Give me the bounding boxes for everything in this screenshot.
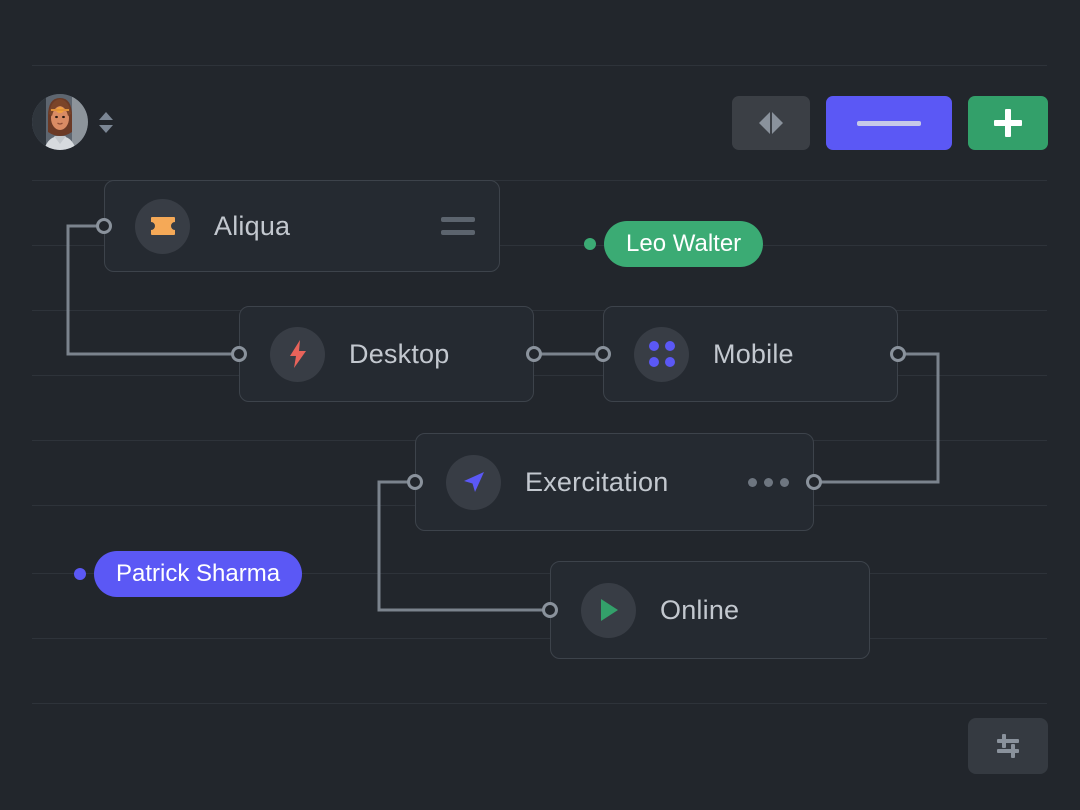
settings-sliders-button[interactable] <box>968 718 1048 774</box>
pill-label: Leo Walter <box>626 230 742 257</box>
lightning-bolt-icon <box>270 326 325 382</box>
equals-menu-icon <box>441 217 475 235</box>
node-online[interactable]: Online <box>550 561 870 659</box>
node-exercitation[interactable]: Exercitation <box>415 433 814 531</box>
node-menu-button[interactable] <box>441 217 475 235</box>
header-actions <box>732 96 1048 150</box>
triangle-up-icon[interactable] <box>99 111 113 120</box>
node-label: Desktop <box>349 338 450 369</box>
node-aliqua[interactable]: Aliqua <box>104 180 500 272</box>
value-stepper[interactable] <box>98 111 114 133</box>
avatar[interactable] <box>32 94 88 150</box>
port-mobile-right[interactable] <box>890 346 906 362</box>
triangle-down-icon[interactable] <box>99 124 113 133</box>
port-exercitation-left[interactable] <box>407 474 423 490</box>
node-label: Mobile <box>713 338 794 369</box>
node-label: Aliqua <box>214 210 291 241</box>
minus-icon <box>857 120 921 126</box>
resize-horizontal-button[interactable] <box>732 96 810 150</box>
node-mobile[interactable]: Mobile <box>603 306 898 402</box>
play-icon <box>581 582 636 638</box>
pill-label: Patrick Sharma <box>116 560 281 587</box>
sliders-icon <box>997 734 1019 758</box>
ticket-icon <box>135 198 190 254</box>
gridline <box>32 65 1047 66</box>
port-online-left[interactable] <box>542 602 558 618</box>
avatar-stepper-group <box>32 94 114 150</box>
minus-button[interactable] <box>826 96 952 150</box>
status-dot-patrick-sharma <box>74 568 86 580</box>
port-aliqua-left[interactable] <box>96 218 112 234</box>
toolbar-header <box>0 88 1080 158</box>
port-desktop-right[interactable] <box>526 346 542 362</box>
status-dot-leo-walter <box>584 238 596 250</box>
port-desktop-left[interactable] <box>231 346 247 362</box>
node-label: Exercitation <box>525 466 669 497</box>
user-avatar-photo <box>32 94 88 150</box>
left-right-arrows-icon <box>759 112 783 134</box>
port-exercitation-right[interactable] <box>806 474 822 490</box>
pill-patrick-sharma[interactable]: Patrick Sharma <box>94 551 303 597</box>
flow-canvas[interactable]: Aliqua Desktop Mobile Exercitation Onlin… <box>0 0 1080 810</box>
navigation-arrow-icon <box>446 454 501 510</box>
pill-leo-walter[interactable]: Leo Walter <box>604 221 764 267</box>
plus-icon <box>994 109 1022 137</box>
add-button[interactable] <box>968 96 1048 150</box>
node-more-button[interactable] <box>748 477 789 487</box>
three-dots-icon <box>748 477 789 487</box>
node-desktop[interactable]: Desktop <box>239 306 534 402</box>
gridline <box>32 638 1047 639</box>
grid-dots-icon <box>634 326 689 382</box>
port-mobile-left[interactable] <box>595 346 611 362</box>
gridline <box>32 703 1047 704</box>
node-label: Online <box>660 594 740 625</box>
